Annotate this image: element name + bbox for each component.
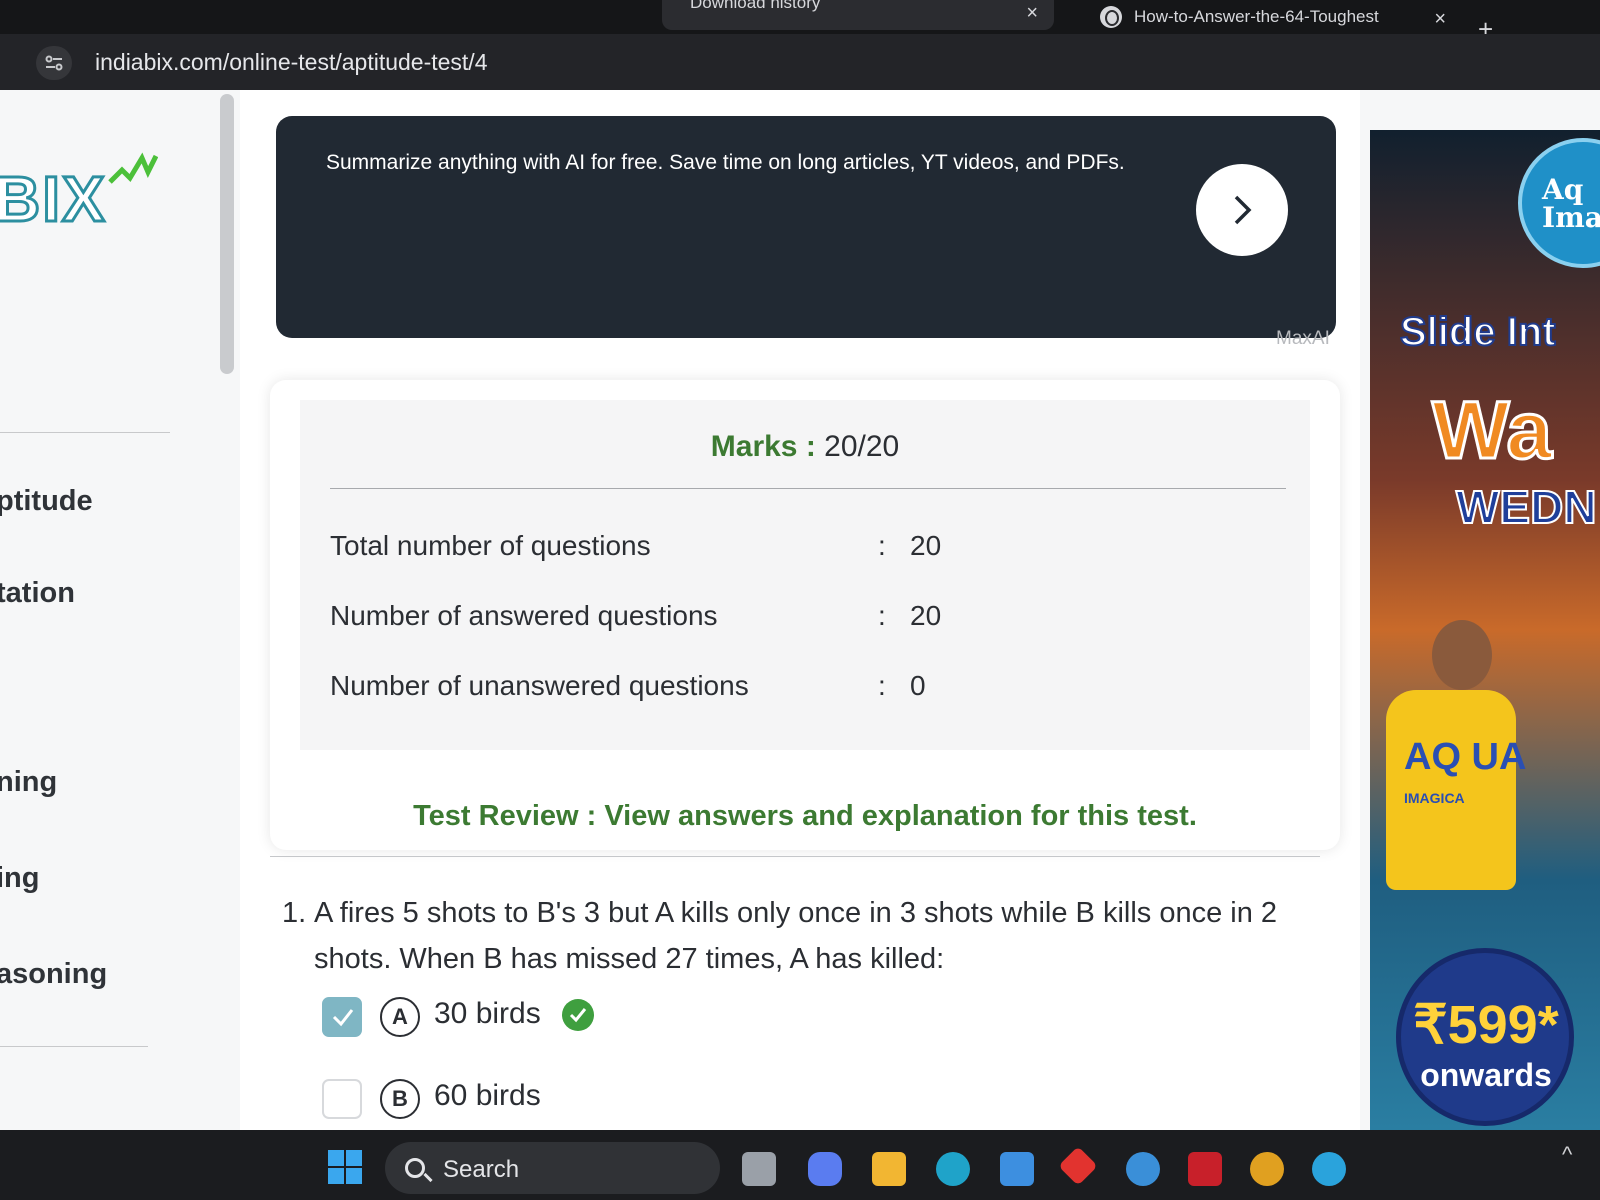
check-icon (332, 1009, 354, 1027)
ad-price: ₹599* (1413, 995, 1559, 1055)
close-tab-icon[interactable]: × (1026, 2, 1038, 25)
ad-shirt-logo: AQ UA IMAGICA (1404, 738, 1526, 815)
search-label: Search (443, 1156, 520, 1183)
ad-headline: Slide Int (1399, 309, 1557, 355)
stat-separator: : (878, 670, 886, 701)
ad-wave-text: Wa (1431, 384, 1554, 478)
sidebar-item-interpretation[interactable]: tation (0, 577, 75, 610)
ad-shirt-subtext: IMAGICA (1404, 790, 1465, 806)
help-icon[interactable] (1126, 1152, 1160, 1186)
option-label: 60 birds (434, 1079, 541, 1112)
screenshot-root: Download history × How-to-Answer-the-64-… (0, 0, 1600, 1200)
logo-spark-icon (108, 152, 158, 184)
sidebar-divider (0, 1046, 148, 1047)
test-review-link[interactable]: Test Review : View answers and explanati… (270, 800, 1340, 833)
marks-value: 20/20 (824, 430, 900, 463)
close-tab-icon[interactable]: × (1434, 8, 1446, 31)
sidebar-item-reasoning-2[interactable]: ing (0, 862, 40, 895)
ad-badge: Aq Imag (1518, 138, 1600, 268)
globe-icon (1100, 6, 1122, 28)
copilot-icon[interactable] (808, 1152, 842, 1186)
tab-label: Download history (690, 0, 821, 12)
mcafee-icon[interactable] (1188, 1152, 1222, 1186)
stat-separator: : (878, 600, 886, 631)
stat-label: Number of unanswered questions (330, 670, 749, 701)
divider (330, 488, 1286, 489)
stat-value: 20 (910, 600, 942, 631)
tab-how-to-answer[interactable]: How-to-Answer-the-64-Toughest × (1090, 2, 1460, 32)
chrome-icon[interactable] (1250, 1152, 1284, 1186)
tab-label: How-to-Answer-the-64-Toughest (1134, 7, 1379, 26)
result-card: Marks : 20/20 Total number of questions … (270, 380, 1340, 850)
ad-price-badge: ₹599* onwards (1396, 948, 1574, 1126)
result-summary: Marks : 20/20 Total number of questions … (300, 400, 1310, 750)
stat-label: Number of answered questions (330, 600, 718, 631)
anydesk-icon[interactable] (1058, 1146, 1098, 1186)
stat-separator: : (878, 530, 886, 561)
ad-person-image (1432, 620, 1492, 690)
scrollbar[interactable] (220, 94, 234, 374)
marks-heading: Marks : 20/20 (300, 430, 1310, 464)
marks-label: Marks : (710, 430, 816, 463)
address-bar: indiabix.com/online-test/aptitude-test/4 (0, 34, 1600, 90)
ad-next-button[interactable] (1196, 164, 1288, 256)
option-checkbox[interactable] (322, 1079, 362, 1119)
ai-summary-ad[interactable]: Summarize anything with AI for free. Sav… (276, 116, 1336, 338)
sidebar-item-reasoning[interactable]: ning (0, 766, 57, 799)
taskbar: Search ^ (0, 1130, 1600, 1200)
option-checkbox[interactable] (322, 997, 362, 1037)
sidebar-item-aptitude[interactable]: ptitude (0, 485, 93, 518)
chevron-right-icon (1234, 195, 1252, 225)
site-logo[interactable]: BIX (0, 162, 107, 237)
ad-shirt-text: AQ UA (1404, 736, 1527, 778)
tab-strip: Download history × How-to-Answer-the-64-… (0, 0, 1600, 44)
store-icon[interactable] (1000, 1152, 1034, 1186)
question-number: 1. (282, 897, 307, 929)
left-sidebar: BIX ptitude tation ning ing asoning (0, 90, 234, 1130)
ad-brand: MaxAI (1276, 328, 1330, 349)
sidebar-item-verbal-reasoning[interactable]: asoning (0, 958, 107, 991)
ad-text: Summarize anything with AI for free. Sav… (326, 151, 1125, 174)
tab-download-history[interactable]: Download history × (662, 0, 1054, 30)
correct-answer-icon (562, 999, 594, 1031)
task-view-icon[interactable] (742, 1152, 776, 1186)
web-page: BIX ptitude tation ning ing asoning Summ… (0, 90, 1600, 1130)
taskbar-search[interactable]: Search (385, 1142, 720, 1194)
ad-day-text: WEDN (1455, 480, 1598, 534)
telegram-icon[interactable] (1312, 1152, 1346, 1186)
edge-browser-icon[interactable] (936, 1152, 970, 1186)
stat-value: 0 (910, 670, 926, 701)
chevron-up-icon[interactable]: ^ (1562, 1142, 1572, 1168)
site-info-icon[interactable] (36, 46, 72, 80)
windows-start-icon[interactable] (328, 1150, 362, 1184)
sidebar-divider (0, 432, 170, 433)
aqua-imagica-ad[interactable]: Aq Imag Slide Int Wa WEDN AQ UA IMAGICA … (1370, 130, 1600, 1130)
ad-badge-text: Aq Imag (1542, 173, 1600, 234)
question-text: A fires 5 shots to B's 3 but A kills onl… (314, 897, 1278, 975)
answer-option[interactable]: A 30 birds (322, 995, 922, 1039)
url-field[interactable]: indiabix.com/online-test/aptitude-test/4 (95, 49, 488, 76)
option-label: 30 birds (434, 997, 541, 1030)
stat-label: Total number of questions (330, 530, 651, 561)
stat-value: 20 (910, 530, 942, 561)
option-letter: A (380, 997, 420, 1037)
file-explorer-icon[interactable] (872, 1152, 906, 1186)
search-icon (405, 1158, 425, 1178)
ad-price-sub: onwards (1420, 1057, 1552, 1093)
divider (270, 856, 1320, 857)
option-letter: B (380, 1079, 420, 1119)
answer-option[interactable]: B 60 birds (322, 1077, 922, 1121)
